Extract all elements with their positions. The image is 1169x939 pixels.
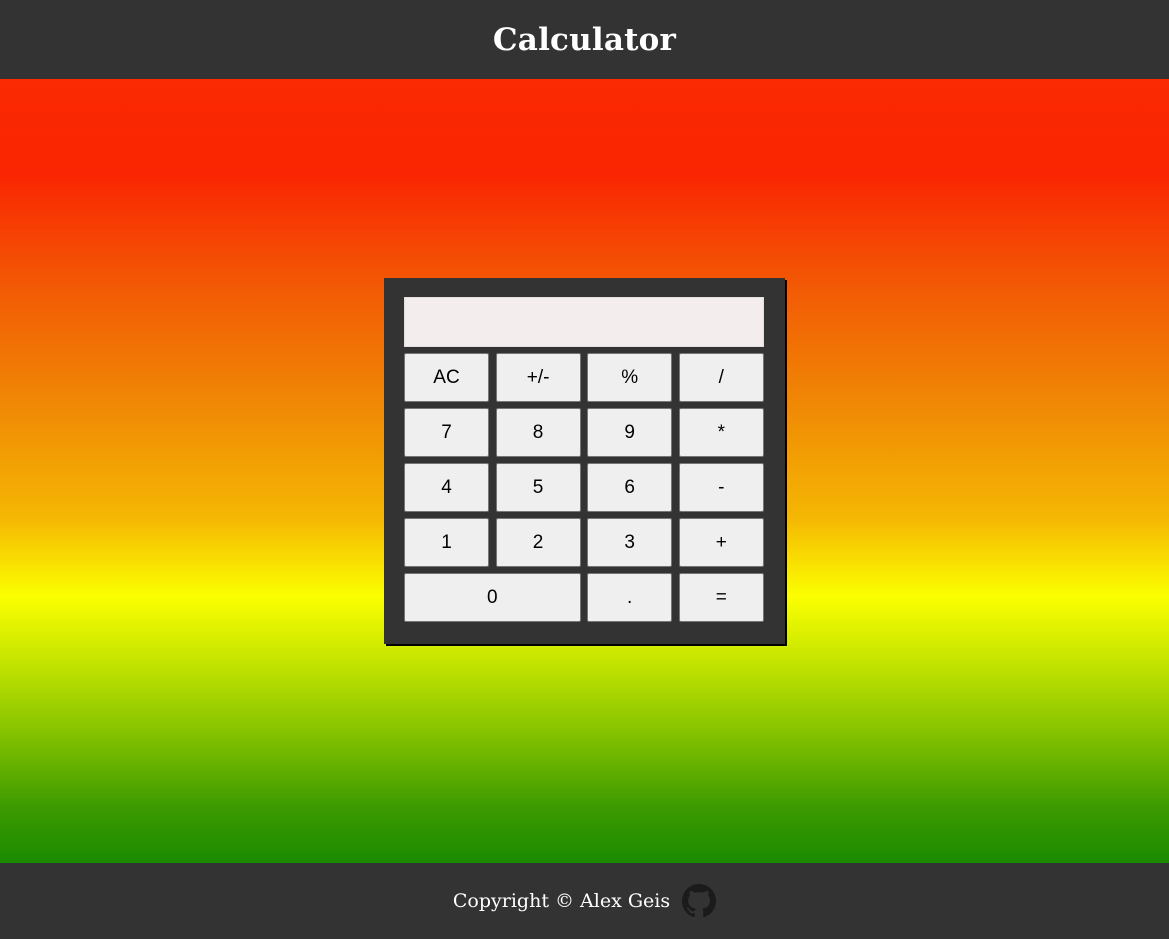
site-header: Calculator <box>0 0 1169 79</box>
decimal-button[interactable]: . <box>587 573 673 622</box>
divide-button[interactable]: / <box>678 353 764 402</box>
digit-3-button[interactable]: 3 <box>587 518 673 567</box>
percent-button[interactable]: % <box>587 353 673 402</box>
digit-6-button[interactable]: 6 <box>587 463 673 512</box>
calculator-display <box>404 297 764 347</box>
digit-2-button[interactable]: 2 <box>495 518 581 567</box>
add-button[interactable]: + <box>678 518 764 567</box>
main-area: AC +/- % / 7 8 9 * 4 5 6 - 1 2 3 + 0 . = <box>0 79 1169 863</box>
digit-4-button[interactable]: 4 <box>404 463 489 512</box>
digit-1-button[interactable]: 1 <box>404 518 489 567</box>
site-footer: Copyright © Alex Geis <box>0 863 1169 939</box>
digit-8-button[interactable]: 8 <box>495 408 581 457</box>
digit-0-button[interactable]: 0 <box>404 573 581 622</box>
copyright-text: Copyright © Alex Geis <box>452 890 671 912</box>
digit-5-button[interactable]: 5 <box>495 463 581 512</box>
digit-9-button[interactable]: 9 <box>587 408 673 457</box>
multiply-button[interactable]: * <box>678 408 764 457</box>
github-link[interactable] <box>682 884 717 918</box>
page-title: Calculator <box>492 21 677 58</box>
subtract-button[interactable]: - <box>678 463 764 512</box>
keypad: AC +/- % / 7 8 9 * 4 5 6 - 1 2 3 + 0 . = <box>404 353 764 622</box>
github-icon <box>682 884 717 918</box>
clear-button[interactable]: AC <box>404 353 489 402</box>
negate-button[interactable]: +/- <box>495 353 581 402</box>
equals-button[interactable]: = <box>678 573 764 622</box>
calculator: AC +/- % / 7 8 9 * 4 5 6 - 1 2 3 + 0 . = <box>384 278 785 644</box>
digit-7-button[interactable]: 7 <box>404 408 489 457</box>
